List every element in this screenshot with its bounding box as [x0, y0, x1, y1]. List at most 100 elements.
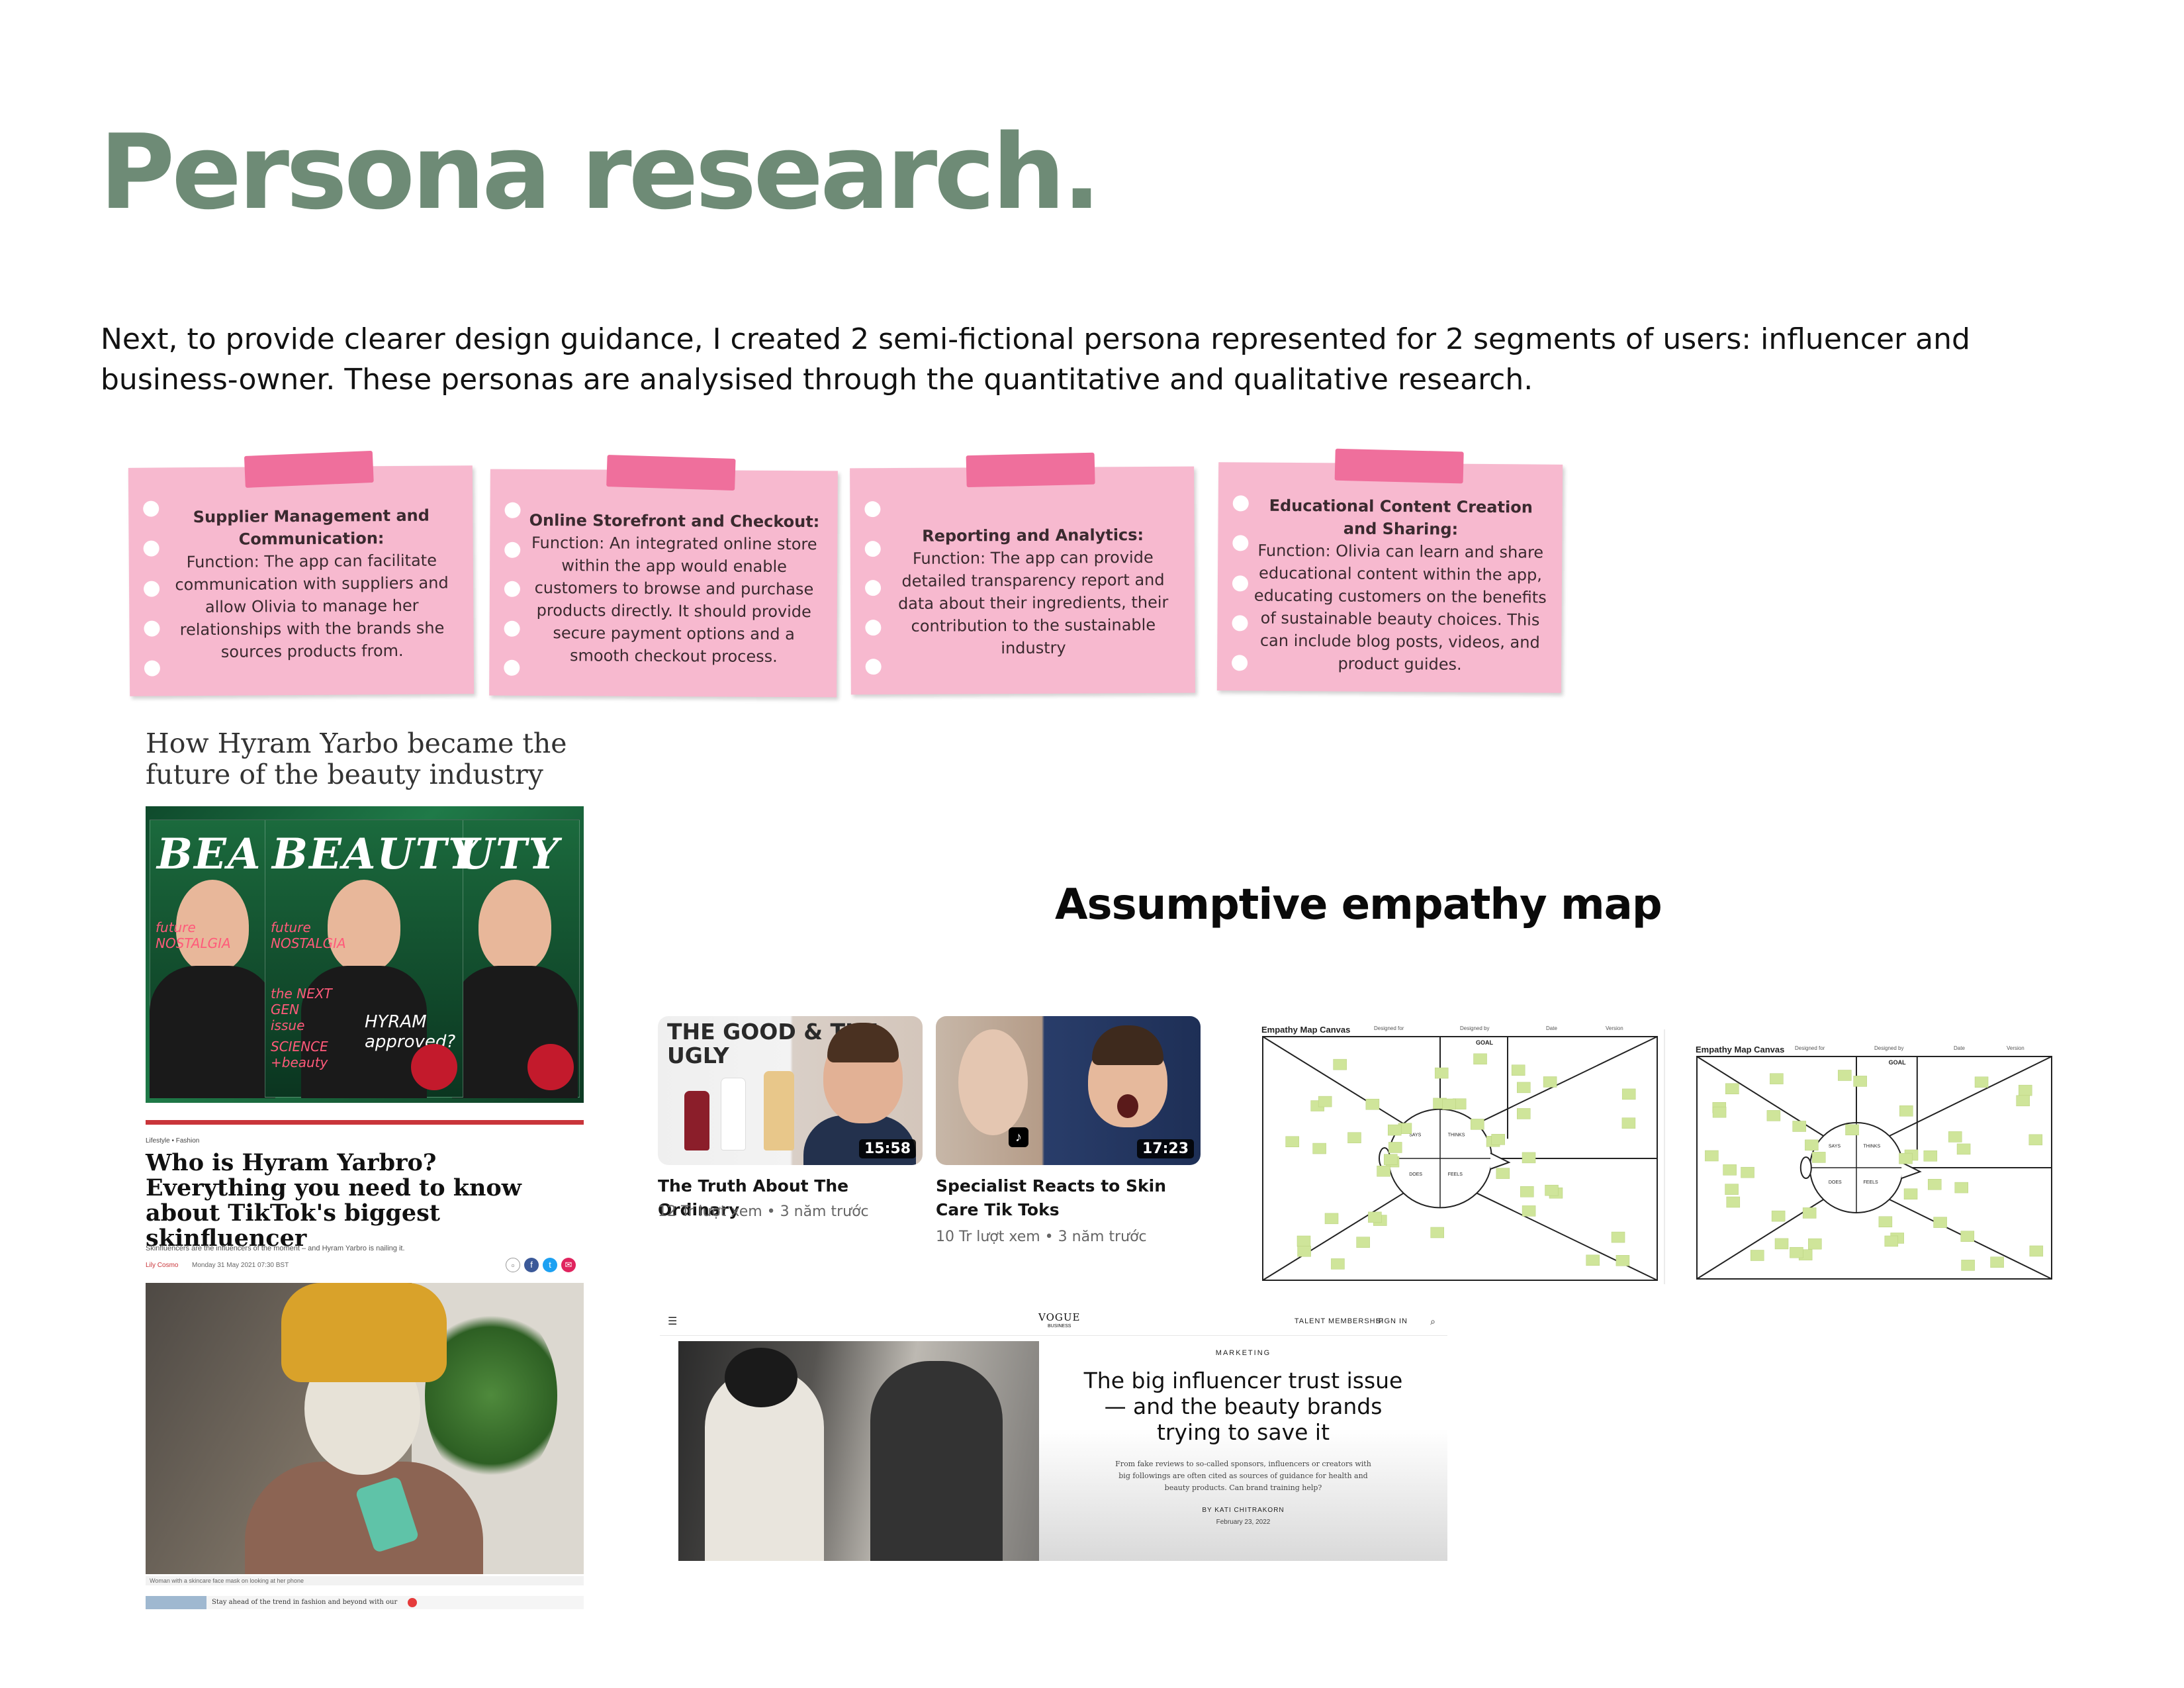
site-logo[interactable]: VOGUE BUSINESS: [1038, 1313, 1080, 1331]
sticky-note-small: [1297, 1246, 1311, 1257]
note-title: Educational Content Creation and Sharing…: [1269, 496, 1533, 539]
sticky-note-small: [1356, 1237, 1370, 1248]
canvas-meta: Date: [1954, 1045, 1965, 1051]
sticky-note-small: [1365, 1098, 1380, 1110]
empathy-map-canvas: Empathy Map Canvas Designed for Designed…: [1261, 1025, 1659, 1282]
sticky-note-small: [1770, 1073, 1784, 1084]
empathy-map-diagram: GOAL SAYS THINKS DOES FEELS: [1696, 1056, 2052, 1280]
tape: [606, 455, 736, 491]
video-thumbnail[interactable]: THE GOOD & THE UGLY 15:58: [658, 1016, 923, 1165]
note-title: Supplier Management and Communication:: [193, 506, 430, 549]
photo-caption: Woman with a skincare face mask on looki…: [146, 1576, 584, 1585]
video-duration: 15:58: [858, 1139, 916, 1158]
note-body: Function: The app can facilitate communi…: [175, 551, 449, 661]
presenter-hair: [1092, 1025, 1163, 1065]
teaser-text: Stay ahead of the trend in fashion and b…: [212, 1599, 398, 1606]
canvas-meta: Designed by: [1460, 1025, 1490, 1031]
sticky-note-small: [1471, 1119, 1484, 1130]
hero-photo: [678, 1341, 1039, 1561]
sticky-note-small: [1473, 1053, 1487, 1065]
canvas-title: Empathy Map Canvas: [1696, 1045, 1785, 1055]
bookmark-icon[interactable]: ▫: [506, 1258, 520, 1272]
sticky-note-small: [1705, 1150, 1719, 1162]
sticky-note-small: [1726, 1196, 1741, 1208]
sticky-note-small: [1615, 1255, 1630, 1266]
serum-bottle: [764, 1071, 794, 1150]
sticky-note-small: [1838, 1070, 1852, 1081]
serum-bottle: [721, 1078, 746, 1150]
video-meta: 10 Tr lượt xem • 3 năm trước: [936, 1229, 1147, 1245]
sign-in-link[interactable]: SIGN IN: [1376, 1317, 1408, 1325]
canvas-title: Empathy Map Canvas: [1261, 1025, 1351, 1035]
sticky-note-small: [1884, 1235, 1899, 1247]
sticky-note: Educational Content Creation and Sharing…: [1216, 448, 1563, 693]
sticky-note-small: [2029, 1245, 2044, 1257]
tape: [244, 450, 374, 488]
sticky-note-small: [1792, 1121, 1806, 1132]
sticky-note-small: [1442, 1098, 1456, 1110]
sticky-note-small: [2018, 1084, 2032, 1096]
article-byline[interactable]: BY KATI CHITRAKORN: [1039, 1507, 1447, 1514]
nav-links[interactable]: TALENT MEMBERSHIP: [1295, 1317, 1384, 1325]
sticky-note-small: [1516, 1108, 1531, 1119]
sticky-note-small: [1377, 1165, 1390, 1177]
sticky-note-small: [1741, 1166, 1754, 1178]
video-title[interactable]: Specialist Reacts to Skin Care Tik Toks: [936, 1174, 1201, 1222]
note-body: Function: Olivia can learn and share edu…: [1253, 541, 1547, 674]
magazine-cover: BEAUTY future NOSTALGIA the NEXT GEN iss…: [265, 820, 478, 1098]
facebook-icon[interactable]: f: [524, 1258, 539, 1272]
sticky-note-small: [1899, 1152, 1913, 1164]
sticky-note-small: [1853, 1076, 1867, 1087]
breadcrumb[interactable]: Lifestyle • Fashion: [146, 1137, 199, 1145]
sticky-note-small: [1878, 1216, 1893, 1228]
twitter-icon[interactable]: t: [543, 1258, 557, 1272]
sticky-note-small: [1387, 1124, 1402, 1136]
sticky-note-small: [1611, 1231, 1625, 1243]
sticky-note-small: [1956, 1143, 1971, 1155]
tape: [1334, 448, 1464, 484]
sticky-note-small: [1723, 1164, 1737, 1176]
sticky-note-small: [1933, 1217, 1947, 1228]
flower: [411, 1044, 457, 1090]
note-title: Online Storefront and Checkout:: [529, 510, 820, 532]
sticky-note-small: [2028, 1134, 2043, 1146]
article-header: MARKETING The big influencer trust issue…: [1039, 1341, 1447, 1561]
article-category[interactable]: MARKETING: [1039, 1349, 1447, 1357]
sticky-note-small: [1923, 1150, 1938, 1162]
portrait-face: [478, 880, 551, 972]
note-body: Function: The app can provide detailed t…: [897, 547, 1169, 658]
canvas-meta: Date: [1546, 1025, 1557, 1031]
canvas-meta: Designed by: [1874, 1045, 1904, 1051]
person-jacket: [870, 1361, 1003, 1561]
video-thumbnail[interactable]: ♪ 17:23: [936, 1016, 1201, 1165]
newsletter-teaser[interactable]: Stay ahead of the trend in fashion and b…: [146, 1596, 584, 1609]
quadrant-label: SAYS: [1829, 1144, 1841, 1149]
goal-label: GOAL: [1889, 1059, 1907, 1066]
sticky-note-small: [1948, 1131, 1962, 1143]
share-buttons: ▫ f t ✉: [506, 1258, 576, 1272]
masthead: BEAUTY: [272, 829, 480, 879]
teaser-thumbnail: [146, 1596, 206, 1609]
search-icon[interactable]: ⌕: [1430, 1316, 1435, 1327]
quadrant-label: DOES: [1829, 1180, 1842, 1185]
page-title: Persona research.: [99, 112, 1101, 232]
hamburger-icon[interactable]: ☰: [668, 1315, 677, 1328]
sticky-note-small: [1903, 1188, 1918, 1199]
serum-bottle: [684, 1091, 709, 1150]
canvas-meta: Designed for: [1374, 1025, 1404, 1031]
sticky-note-small: [1811, 1152, 1826, 1163]
cover-tag: HYRAM approved?: [365, 1012, 456, 1052]
quadrant-label: THINKS: [1448, 1133, 1465, 1138]
sticky-note-small: [1725, 1083, 1739, 1095]
author-link[interactable]: Lily Cosmo: [146, 1262, 178, 1269]
sticky-note-small: [1383, 1154, 1398, 1165]
sticky-note-small: [1517, 1082, 1531, 1094]
sticky-note-small: [1774, 1238, 1789, 1250]
sticky-note-small: [1511, 1064, 1525, 1076]
publish-date: Monday 31 May 2021 07:30 BST: [192, 1262, 289, 1269]
cover-tag: future NOSTALGIA: [156, 919, 231, 951]
quadrant-label: DOES: [1409, 1172, 1422, 1177]
article-date: February 23, 2022: [1216, 1519, 1271, 1526]
note-text: Reporting and Analytics: Function: The a…: [884, 524, 1183, 660]
email-icon[interactable]: ✉: [561, 1258, 576, 1272]
